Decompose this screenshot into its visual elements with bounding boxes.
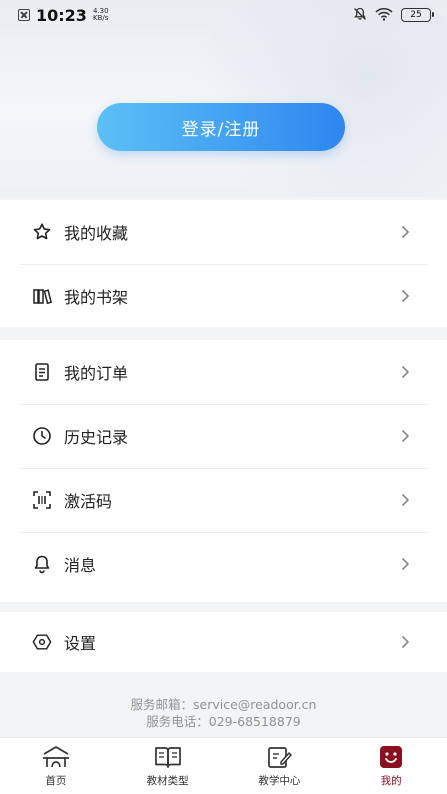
network-speed-unit: KB/s	[93, 14, 109, 22]
menu-group-collections: 我的收藏 我的书架	[0, 200, 447, 327]
tab-label: 我的	[380, 775, 402, 787]
menu-label: 我的书架	[64, 288, 129, 307]
tab-label: 教材类型	[146, 775, 189, 787]
menu-group-activity: 我的订单 历史记录 激活码 消息	[0, 340, 447, 602]
menu-item-favorites[interactable]: 我的收藏	[0, 200, 447, 264]
menu-item-activation-code[interactable]: 激活码	[0, 468, 447, 532]
network-speed: 4.30 KB/s	[93, 8, 109, 22]
battery-indicator: 25	[401, 8, 434, 22]
profile-icon	[376, 744, 406, 770]
star-icon	[32, 222, 52, 242]
tab-teaching-center[interactable]: 教学中心	[224, 738, 336, 794]
tab-textbook-types[interactable]: 教材类型	[112, 738, 224, 794]
menu-label: 历史记录	[64, 428, 129, 447]
tab-label: 首页	[45, 775, 67, 787]
bottom-tab-bar: 首页 教材类型 教学中心 我的	[0, 737, 447, 794]
menu-label: 激活码	[64, 492, 113, 511]
menu-item-bookshelf[interactable]: 我的书架	[0, 264, 447, 328]
tab-label: 教学中心	[258, 775, 301, 787]
bookshelf-icon	[32, 286, 52, 306]
no-sim-icon	[18, 9, 30, 21]
menu-label: 设置	[64, 634, 97, 653]
book-icon	[153, 744, 183, 770]
menu-item-history[interactable]: 历史记录	[0, 404, 447, 468]
menu-item-orders[interactable]: 我的订单	[0, 340, 447, 404]
menu-label: 消息	[64, 556, 97, 575]
status-bar: 10:23 4.30 KB/s 25	[0, 0, 447, 30]
clock-icon	[32, 426, 52, 446]
wifi-icon	[375, 6, 393, 25]
chevron-right-icon	[399, 493, 411, 507]
menu-item-messages[interactable]: 消息	[0, 532, 447, 596]
menu-group-settings: 设置	[0, 612, 447, 672]
scan-code-icon	[32, 490, 52, 510]
tab-home[interactable]: 首页	[0, 738, 112, 794]
chevron-right-icon	[399, 429, 411, 443]
status-time: 10:23	[36, 5, 87, 25]
mute-bell-icon	[353, 6, 367, 25]
menu-label: 我的订单	[64, 364, 129, 383]
menu-label: 我的收藏	[64, 224, 129, 243]
chevron-right-icon	[399, 365, 411, 379]
bell-icon	[32, 554, 52, 574]
menu-item-settings[interactable]: 设置	[0, 612, 447, 672]
service-email: 服务邮箱：service@readoor.cn	[130, 697, 317, 712]
settings-icon	[32, 632, 52, 652]
edit-notes-icon	[264, 744, 294, 770]
chevron-right-icon	[399, 635, 411, 649]
service-phone: 服务电话：029-68518879	[146, 714, 301, 729]
contact-info: 服务邮箱：service@readoor.cn 服务电话：029-6851887…	[0, 696, 447, 730]
login-register-button[interactable]: 登录/注册	[97, 103, 345, 151]
order-list-icon	[32, 362, 52, 382]
tab-mine[interactable]: 我的	[335, 738, 447, 794]
chevron-right-icon	[399, 225, 411, 239]
home-icon	[41, 744, 71, 770]
chevron-right-icon	[399, 557, 411, 571]
chevron-right-icon	[399, 289, 411, 303]
